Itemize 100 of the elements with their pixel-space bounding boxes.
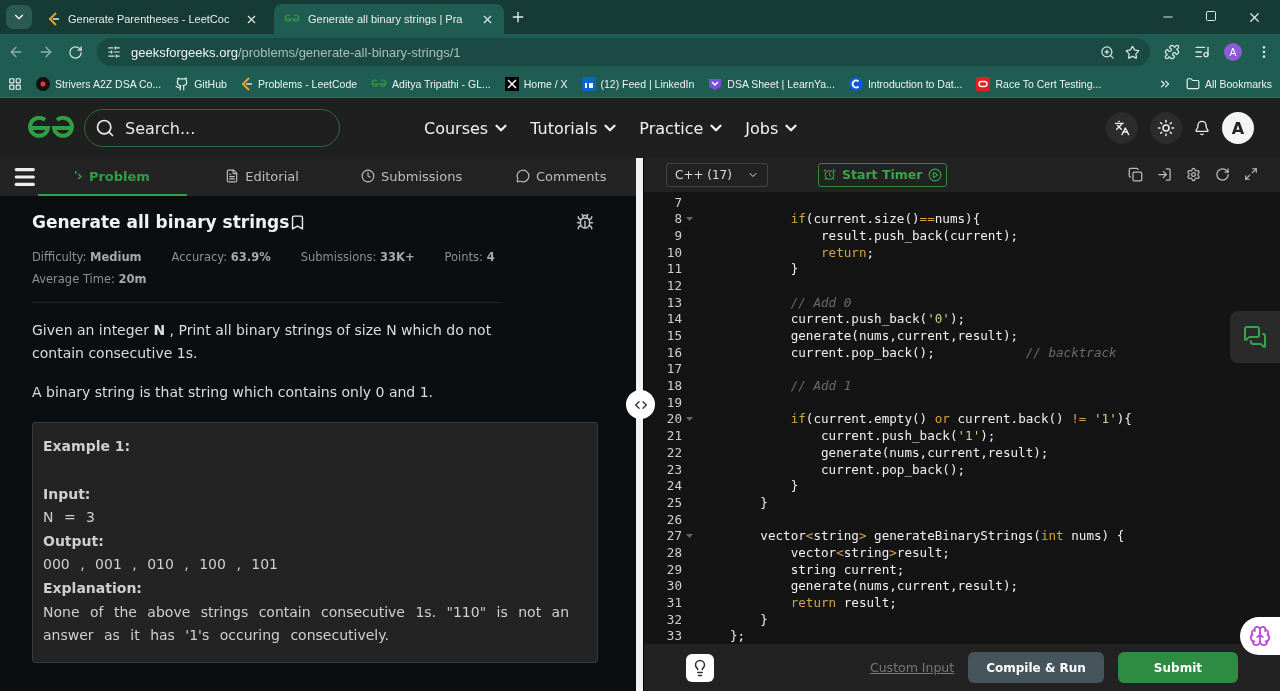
code-line: generate(nums,current,result); xyxy=(789,328,1019,343)
theme-button[interactable] xyxy=(1150,112,1182,144)
reload-icon[interactable] xyxy=(68,44,83,60)
ai-button[interactable] xyxy=(1240,617,1280,655)
bookmark-link[interactable]: Strivers A2Z DSA Co... xyxy=(55,77,162,90)
custom-input-link[interactable]: Custom Input xyxy=(869,660,955,676)
code-line: return; xyxy=(820,244,875,260)
import-icon[interactable] xyxy=(1157,167,1172,183)
line-number: 20 xyxy=(665,411,682,427)
problem-tab[interactable]: Submissions xyxy=(336,158,487,196)
problem-tab[interactable]: Comments xyxy=(486,158,637,196)
line-number: 11 xyxy=(665,261,682,277)
line-number: 9 xyxy=(673,227,682,243)
translate-icon xyxy=(1114,120,1130,136)
browser-tab[interactable]: Generate Parentheses - LeetCoc xyxy=(38,4,268,34)
url-text: geeksforgeeks.org/problems/generate-all-binary-strings/1 xyxy=(131,44,461,60)
code-line: if(current.size()==nums){ xyxy=(789,211,981,227)
settings-icon[interactable] xyxy=(1186,167,1201,183)
code-icon xyxy=(74,170,83,182)
notification-icon[interactable] xyxy=(1194,120,1210,136)
line-number: 33 xyxy=(665,628,682,644)
code-line: } xyxy=(789,261,799,277)
extensions-icon[interactable] xyxy=(1164,44,1180,60)
line-number: 10 xyxy=(665,244,682,260)
apps-icon[interactable] xyxy=(8,76,22,91)
back-icon[interactable] xyxy=(8,44,24,60)
bookmark-link[interactable]: (12) Feed | LinkedIn xyxy=(600,77,695,90)
code-line: // Add 1 xyxy=(789,378,852,394)
sun-icon xyxy=(1157,119,1175,137)
code-line: current.pop_back(); xyxy=(820,461,966,477)
address-bar[interactable]: geeksforgeeks.org/problems/generate-all-binary-strings/1 xyxy=(97,38,1150,66)
problem-tab[interactable]: Editorial xyxy=(187,158,337,196)
line-number: 23 xyxy=(665,461,682,477)
bookmark-link[interactable]: GitHub xyxy=(194,77,227,90)
example-value: 000 , 001 , 010 , 100 , 101 xyxy=(43,555,279,575)
media-icon[interactable] xyxy=(1194,44,1210,60)
line-number: 28 xyxy=(665,544,682,560)
problem-tab[interactable]: Problem xyxy=(37,158,188,196)
bookmark-link[interactable]: Aditya Tripathi - GL... xyxy=(392,77,491,90)
code-line: return result; xyxy=(789,595,897,610)
forward-icon[interactable] xyxy=(38,44,54,60)
chat-icon xyxy=(1243,325,1267,349)
bookmark-link[interactable]: Introduction to Dat... xyxy=(867,77,963,90)
code-line: current.push_back('1'); xyxy=(820,428,996,444)
problem-stat: Accuracy: 63.9% xyxy=(171,250,271,264)
line-number: 8 xyxy=(673,211,682,227)
x-icon xyxy=(504,76,519,91)
chat-button[interactable] xyxy=(1230,311,1280,363)
bookmark-link[interactable]: All Bookmarks xyxy=(1204,77,1272,90)
profile-avatar[interactable]: A xyxy=(1224,43,1242,61)
fold-icon[interactable] xyxy=(685,416,693,421)
fold-icon[interactable] xyxy=(685,216,693,221)
clock-icon xyxy=(361,169,376,183)
site-info-icon[interactable] xyxy=(107,45,121,59)
fullscreen-icon[interactable] xyxy=(1244,167,1258,182)
translate-button[interactable] xyxy=(1106,112,1138,144)
restore-icon[interactable] xyxy=(1205,9,1217,22)
start-timer-button[interactable]: Start Timer xyxy=(818,162,948,187)
fold-icon[interactable] xyxy=(685,533,693,538)
submit-button[interactable]: Submit xyxy=(1117,652,1238,684)
bookmark-link[interactable]: Race To Cert Testing... xyxy=(995,77,1102,90)
nav-menu[interactable]: Courses xyxy=(424,118,511,138)
line-number: 7 xyxy=(673,194,682,210)
line-number: 22 xyxy=(665,444,682,460)
bookmark-link[interactable]: Problems - LeetCode xyxy=(257,77,358,90)
user-avatar[interactable]: A xyxy=(1222,112,1254,144)
example-title: Example 1: xyxy=(43,437,132,456)
code-line: current.pop_back(); // backtrack xyxy=(789,344,1117,360)
bookmark-link[interactable]: DSA Sheet | LearnYa... xyxy=(727,77,835,90)
problem-stat: Average Time: 20m xyxy=(32,272,147,286)
line-number: 32 xyxy=(665,611,682,627)
line-number: 19 xyxy=(665,394,682,410)
nav-menu[interactable]: Tutorials xyxy=(530,118,620,138)
example-label: Explanation: xyxy=(43,578,143,598)
compile-run-button[interactable]: Compile & Run xyxy=(968,652,1104,684)
problem-stat: Difficulty: Medium xyxy=(32,250,142,264)
star-icon[interactable] xyxy=(1125,44,1140,60)
code-line: generate(nums,current,result); xyxy=(820,444,1049,460)
copy-icon[interactable] xyxy=(1128,167,1143,183)
problem-stat: Submissions: 33K+ xyxy=(300,250,415,264)
bug-icon[interactable] xyxy=(576,213,594,231)
line-number: 13 xyxy=(665,294,682,310)
zoom-icon[interactable] xyxy=(1100,44,1115,60)
code-line: }; xyxy=(729,628,746,644)
browser-tab[interactable]: Generate all binary strings | Pra xyxy=(274,4,504,34)
problem-title: Generate all binary strings xyxy=(32,212,290,232)
code-line: } xyxy=(759,611,768,627)
play-icon xyxy=(928,167,943,182)
tab-search-button[interactable] xyxy=(6,5,32,29)
reset-icon[interactable] xyxy=(1215,167,1230,183)
nav-menu[interactable]: Practice xyxy=(639,118,726,138)
nav-menu[interactable]: Jobs xyxy=(745,118,801,138)
leetcode-icon xyxy=(240,76,253,91)
problem-description: A binary string is that string which contains only 0 and 1. xyxy=(32,383,435,402)
example-value: N = 3 xyxy=(43,508,96,528)
language-select[interactable]: C++ (17) xyxy=(666,162,768,187)
hint-button[interactable] xyxy=(686,653,714,682)
bookmark-link[interactable]: Home / X xyxy=(523,77,568,90)
code-line: vector<string> generateBinaryStrings(int nums) { xyxy=(759,528,1125,544)
new-tab-icon[interactable] xyxy=(510,9,526,25)
